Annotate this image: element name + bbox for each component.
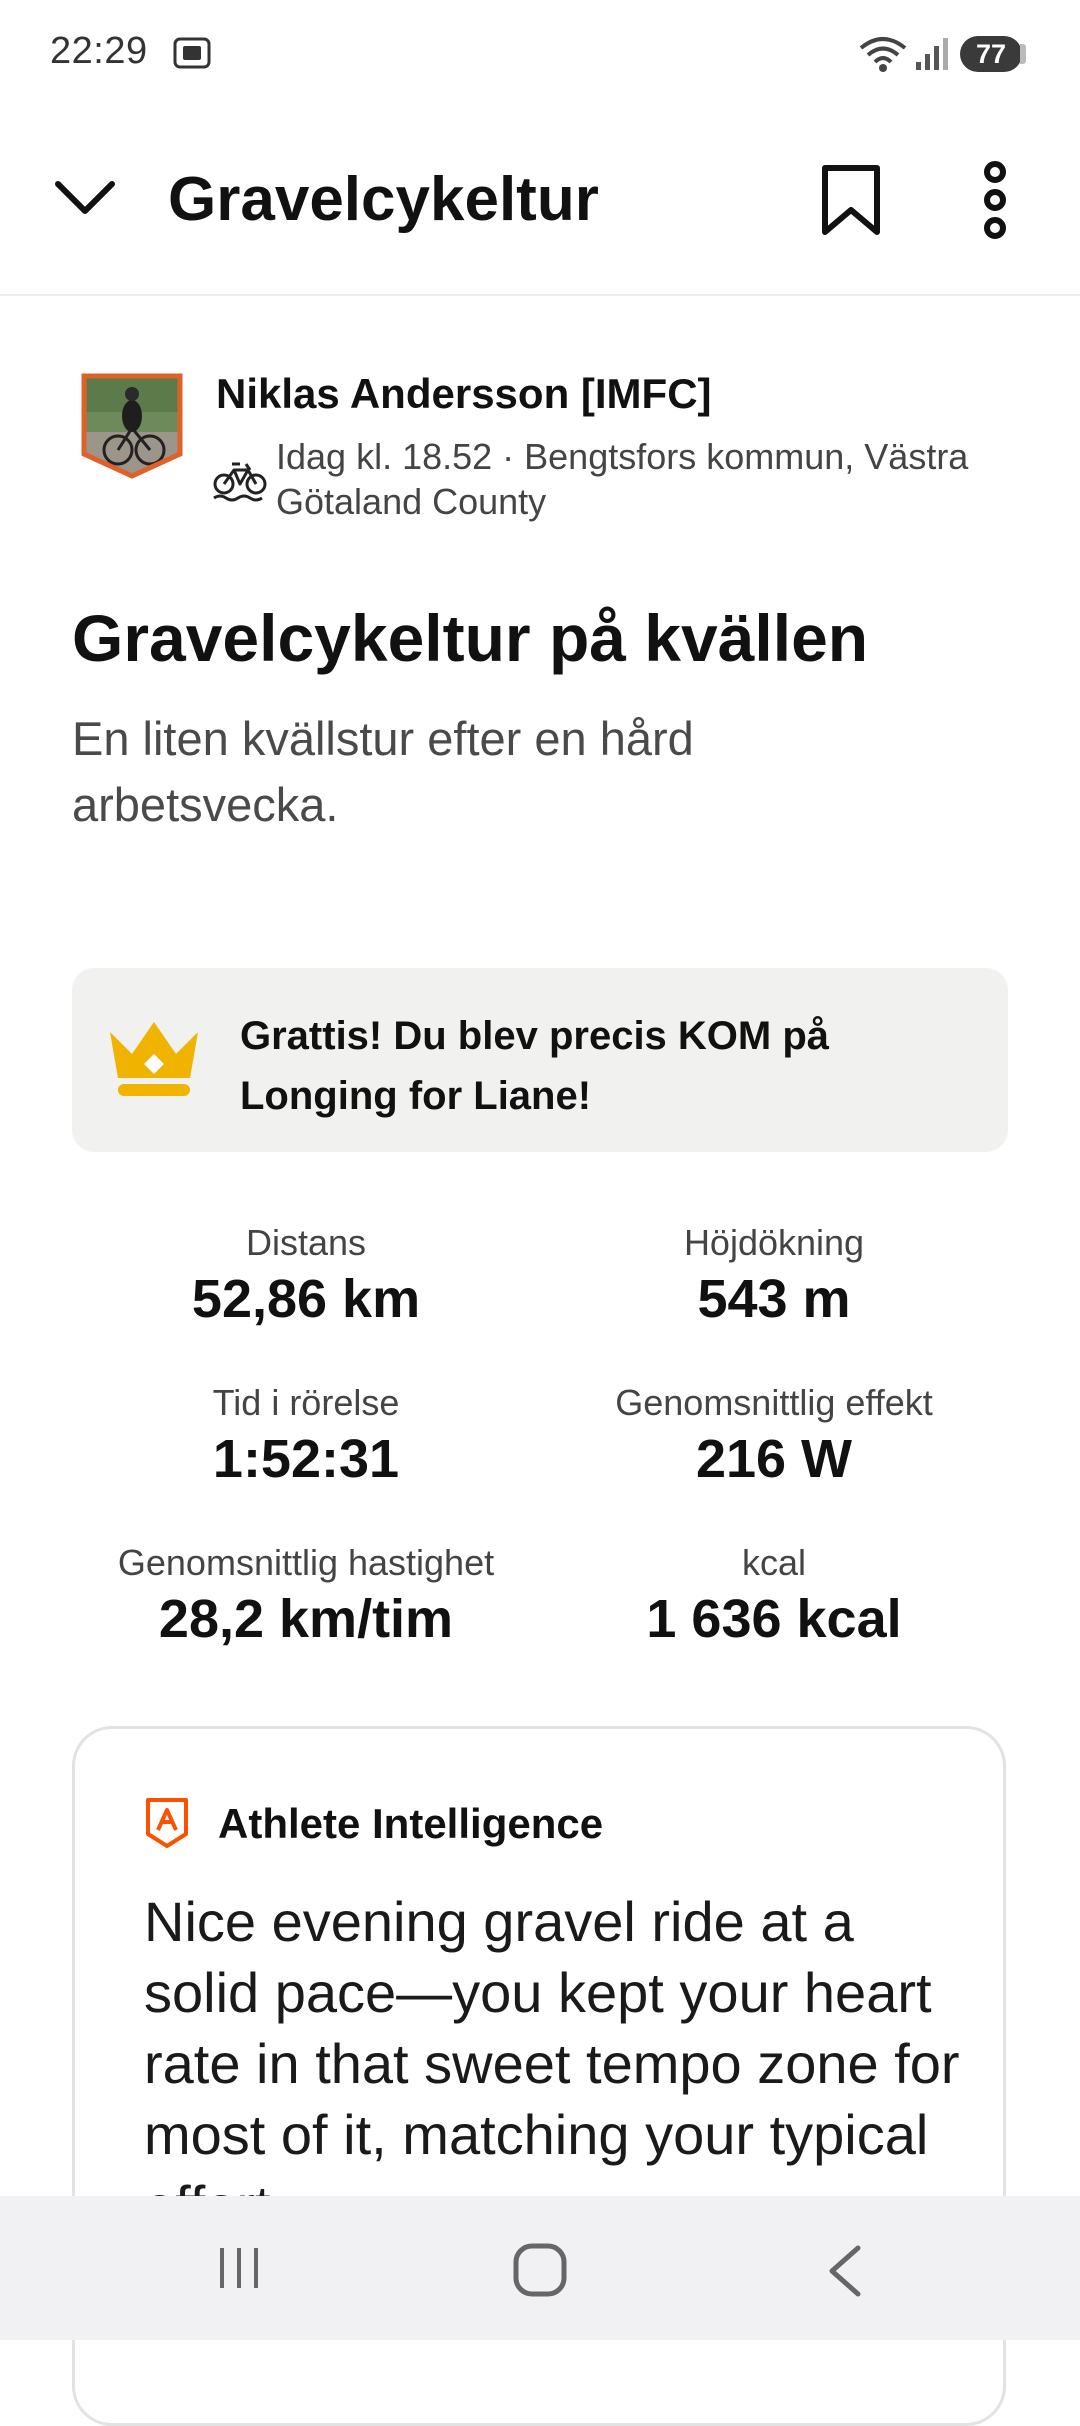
stat-value: 543 m	[697, 1269, 851, 1329]
avatar[interactable]	[80, 372, 184, 480]
status-time: 22:29	[50, 30, 148, 72]
home-icon[interactable]	[512, 2242, 568, 2298]
stat-calories: kcal 1 636 kcal	[524, 1542, 1024, 1650]
stat-avg-power: Genomsnittlig effekt 216 W	[524, 1382, 1024, 1490]
bookmark-icon[interactable]	[820, 164, 882, 236]
battery-level: 77	[975, 38, 1007, 69]
app-bar-divider	[0, 294, 1080, 296]
stat-value: 52,86 km	[191, 1269, 421, 1329]
recents-icon[interactable]	[214, 2244, 264, 2292]
achievement-text: Grattis! Du blev precis KOM på Longing f…	[240, 1014, 830, 1118]
stat-value: 1:52:31	[212, 1429, 400, 1489]
stat-label: kcal	[741, 1542, 807, 1583]
battery-tip	[1020, 44, 1026, 64]
stat-moving-time: Tid i rörelse 1:52:31	[56, 1382, 556, 1490]
crown-icon	[110, 1022, 198, 1096]
battery-icon: 77	[960, 36, 1022, 72]
stat-avg-speed: Genomsnittlig hastighet 28,2 km/tim	[56, 1542, 556, 1650]
athlete-name[interactable]: Niklas Andersson [IMFC]	[216, 370, 712, 418]
activity-title: Gravelcykeltur på kvällen	[72, 601, 869, 675]
back-icon[interactable]	[822, 2244, 866, 2298]
athlete-intelligence-title: Athlete Intelligence	[218, 1800, 604, 1847]
bike-icon	[213, 462, 267, 502]
activity-meta: Idag kl. 18.52 · Bengtsfors kommun, Väst…	[276, 436, 969, 522]
stat-label: Höjdökning	[683, 1222, 865, 1263]
stat-label: Distans	[245, 1222, 367, 1263]
signal-icon	[916, 38, 948, 70]
stat-value: 1 636 kcal	[646, 1589, 902, 1649]
stat-elevation: Höjdökning 543 m	[524, 1222, 1024, 1330]
screenshot-icon	[173, 37, 211, 69]
activity-description: En liten kvällstur efter en hård arbetsv…	[72, 712, 694, 831]
stat-label: Tid i rörelse	[212, 1382, 400, 1423]
stat-value: 28,2 km/tim	[158, 1589, 454, 1649]
stat-label: Genomsnittlig effekt	[615, 1382, 933, 1423]
stat-distance: Distans 52,86 km	[56, 1222, 556, 1330]
stat-value: 216 W	[695, 1429, 853, 1489]
page-title: Gravelcykeltur	[168, 165, 599, 234]
athlete-intelligence-icon	[146, 1798, 188, 1848]
more-vertical-icon[interactable]	[974, 160, 1016, 240]
stat-label: Genomsnittlig hastighet	[117, 1542, 495, 1583]
chevron-down-icon[interactable]	[54, 178, 116, 218]
wifi-icon	[859, 37, 907, 72]
athlete-intelligence-text: Nice evening gravel ride at a solid pace…	[144, 1890, 960, 2237]
